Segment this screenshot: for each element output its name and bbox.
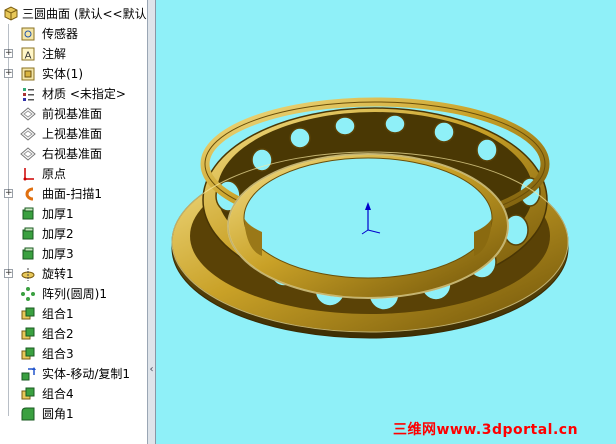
tree-item[interactable]: 加厚3 <box>0 244 148 264</box>
tree-item-label: 材质 <未指定> <box>42 87 126 101</box>
tree-item[interactable]: + A 注解 <box>0 44 148 64</box>
tree-root-label: 三圆曲面 (默认<<默认 <box>22 7 147 21</box>
tree-item-label: 实体(1) <box>42 67 83 81</box>
tree-item[interactable]: + 曲面-扫描1 <box>0 184 148 204</box>
tree-item[interactable]: 前视基准面 <box>0 104 148 124</box>
tree-item-label: 注解 <box>42 47 67 61</box>
circular-pattern-icon <box>21 287 35 301</box>
thicken-icon <box>22 207 34 220</box>
solid-bodies-icon <box>21 67 35 81</box>
tree-item-label: 原点 <box>42 167 67 181</box>
origin-icon <box>23 168 34 181</box>
tree-item-label: 阵列(圆周)1 <box>42 287 107 301</box>
tree-item[interactable]: 阵列(圆周)1 <box>0 284 148 304</box>
combine-icon <box>21 347 35 360</box>
tree-item[interactable]: 组合2 <box>0 324 148 344</box>
tree-item[interactable]: 传感器 <box>0 24 148 44</box>
tree-item-label: 传感器 <box>42 27 79 41</box>
tree-item-label: 实体-移动/复制1 <box>42 367 131 381</box>
tree-item[interactable]: 实体-移动/复制1 <box>0 364 148 384</box>
tree-item[interactable]: 加厚2 <box>0 224 148 244</box>
combine-icon <box>21 307 35 320</box>
tree-root-part[interactable]: 三圆曲面 (默认<<默认 <box>0 4 148 24</box>
tree-item[interactable]: 上视基准面 <box>0 124 148 144</box>
plane-icon <box>20 127 36 141</box>
graphics-viewport[interactable] <box>157 0 616 444</box>
tree-item[interactable]: 组合3 <box>0 344 148 364</box>
expand-toggle-icon[interactable]: + <box>4 69 13 78</box>
tree-item[interactable]: 加厚1 <box>0 204 148 224</box>
expand-toggle-icon[interactable]: + <box>4 269 13 278</box>
combine-icon <box>21 387 35 400</box>
collapse-panel-arrow-icon[interactable]: ‹ <box>149 362 154 378</box>
tree-item-label: 前视基准面 <box>42 107 103 121</box>
plane-icon <box>20 107 36 121</box>
tree-item-label: 组合2 <box>42 327 74 341</box>
tree-item-label: 加厚2 <box>42 227 74 241</box>
thicken-icon <box>22 247 34 260</box>
tree-item[interactable]: + 旋转1 <box>0 264 148 284</box>
svg-text:A: A <box>25 51 32 62</box>
tree-item[interactable]: + 实体(1) <box>0 64 148 84</box>
watermark-text: 三维网www.3dportal.cn <box>393 422 579 438</box>
tree-item-label: 曲面-扫描1 <box>42 187 102 201</box>
surface-sweep-icon <box>25 187 34 201</box>
expand-toggle-icon[interactable]: + <box>4 49 13 58</box>
sensor-icon <box>21 27 35 41</box>
panel-splitter[interactable]: ‹ <box>148 0 156 444</box>
tree-item[interactable]: 圆角1 <box>0 404 148 424</box>
tree-item[interactable]: 原点 <box>0 164 148 184</box>
combine-icon <box>21 327 35 340</box>
annotation-icon: A <box>21 47 35 62</box>
revolve-icon <box>21 268 35 281</box>
part-icon <box>4 6 18 21</box>
plane-icon <box>20 147 36 161</box>
tree-item-label: 上视基准面 <box>42 127 103 141</box>
tree-item-label: 旋转1 <box>42 267 74 281</box>
tree-item[interactable]: 组合1 <box>0 304 148 324</box>
tree-item-label: 组合1 <box>42 307 74 321</box>
thicken-icon <box>22 227 34 240</box>
tree-item-label: 加厚3 <box>42 247 74 261</box>
tree-item-label: 右视基准面 <box>42 147 103 161</box>
fillet-icon <box>21 407 35 421</box>
tree-item-label: 组合3 <box>42 347 74 361</box>
feature-tree-panel: 三圆曲面 (默认<<默认 传感器 + A 注解 + 实体(1) 材质 <未指定> 前视基准面上… <box>0 0 148 444</box>
move-copy-body-icon <box>21 367 36 381</box>
bearing-cage-model <box>171 97 569 339</box>
tree-item-label: 加厚1 <box>42 207 74 221</box>
tree-item[interactable]: 右视基准面 <box>0 144 148 164</box>
tree-item-label: 组合4 <box>42 387 74 401</box>
tree-item-label: 圆角1 <box>42 407 74 421</box>
tree-item[interactable]: 材质 <未指定> <box>0 84 148 104</box>
expand-toggle-icon[interactable]: + <box>4 189 13 198</box>
material-icon <box>23 88 34 101</box>
tree-item[interactable]: 组合4 <box>0 384 148 404</box>
